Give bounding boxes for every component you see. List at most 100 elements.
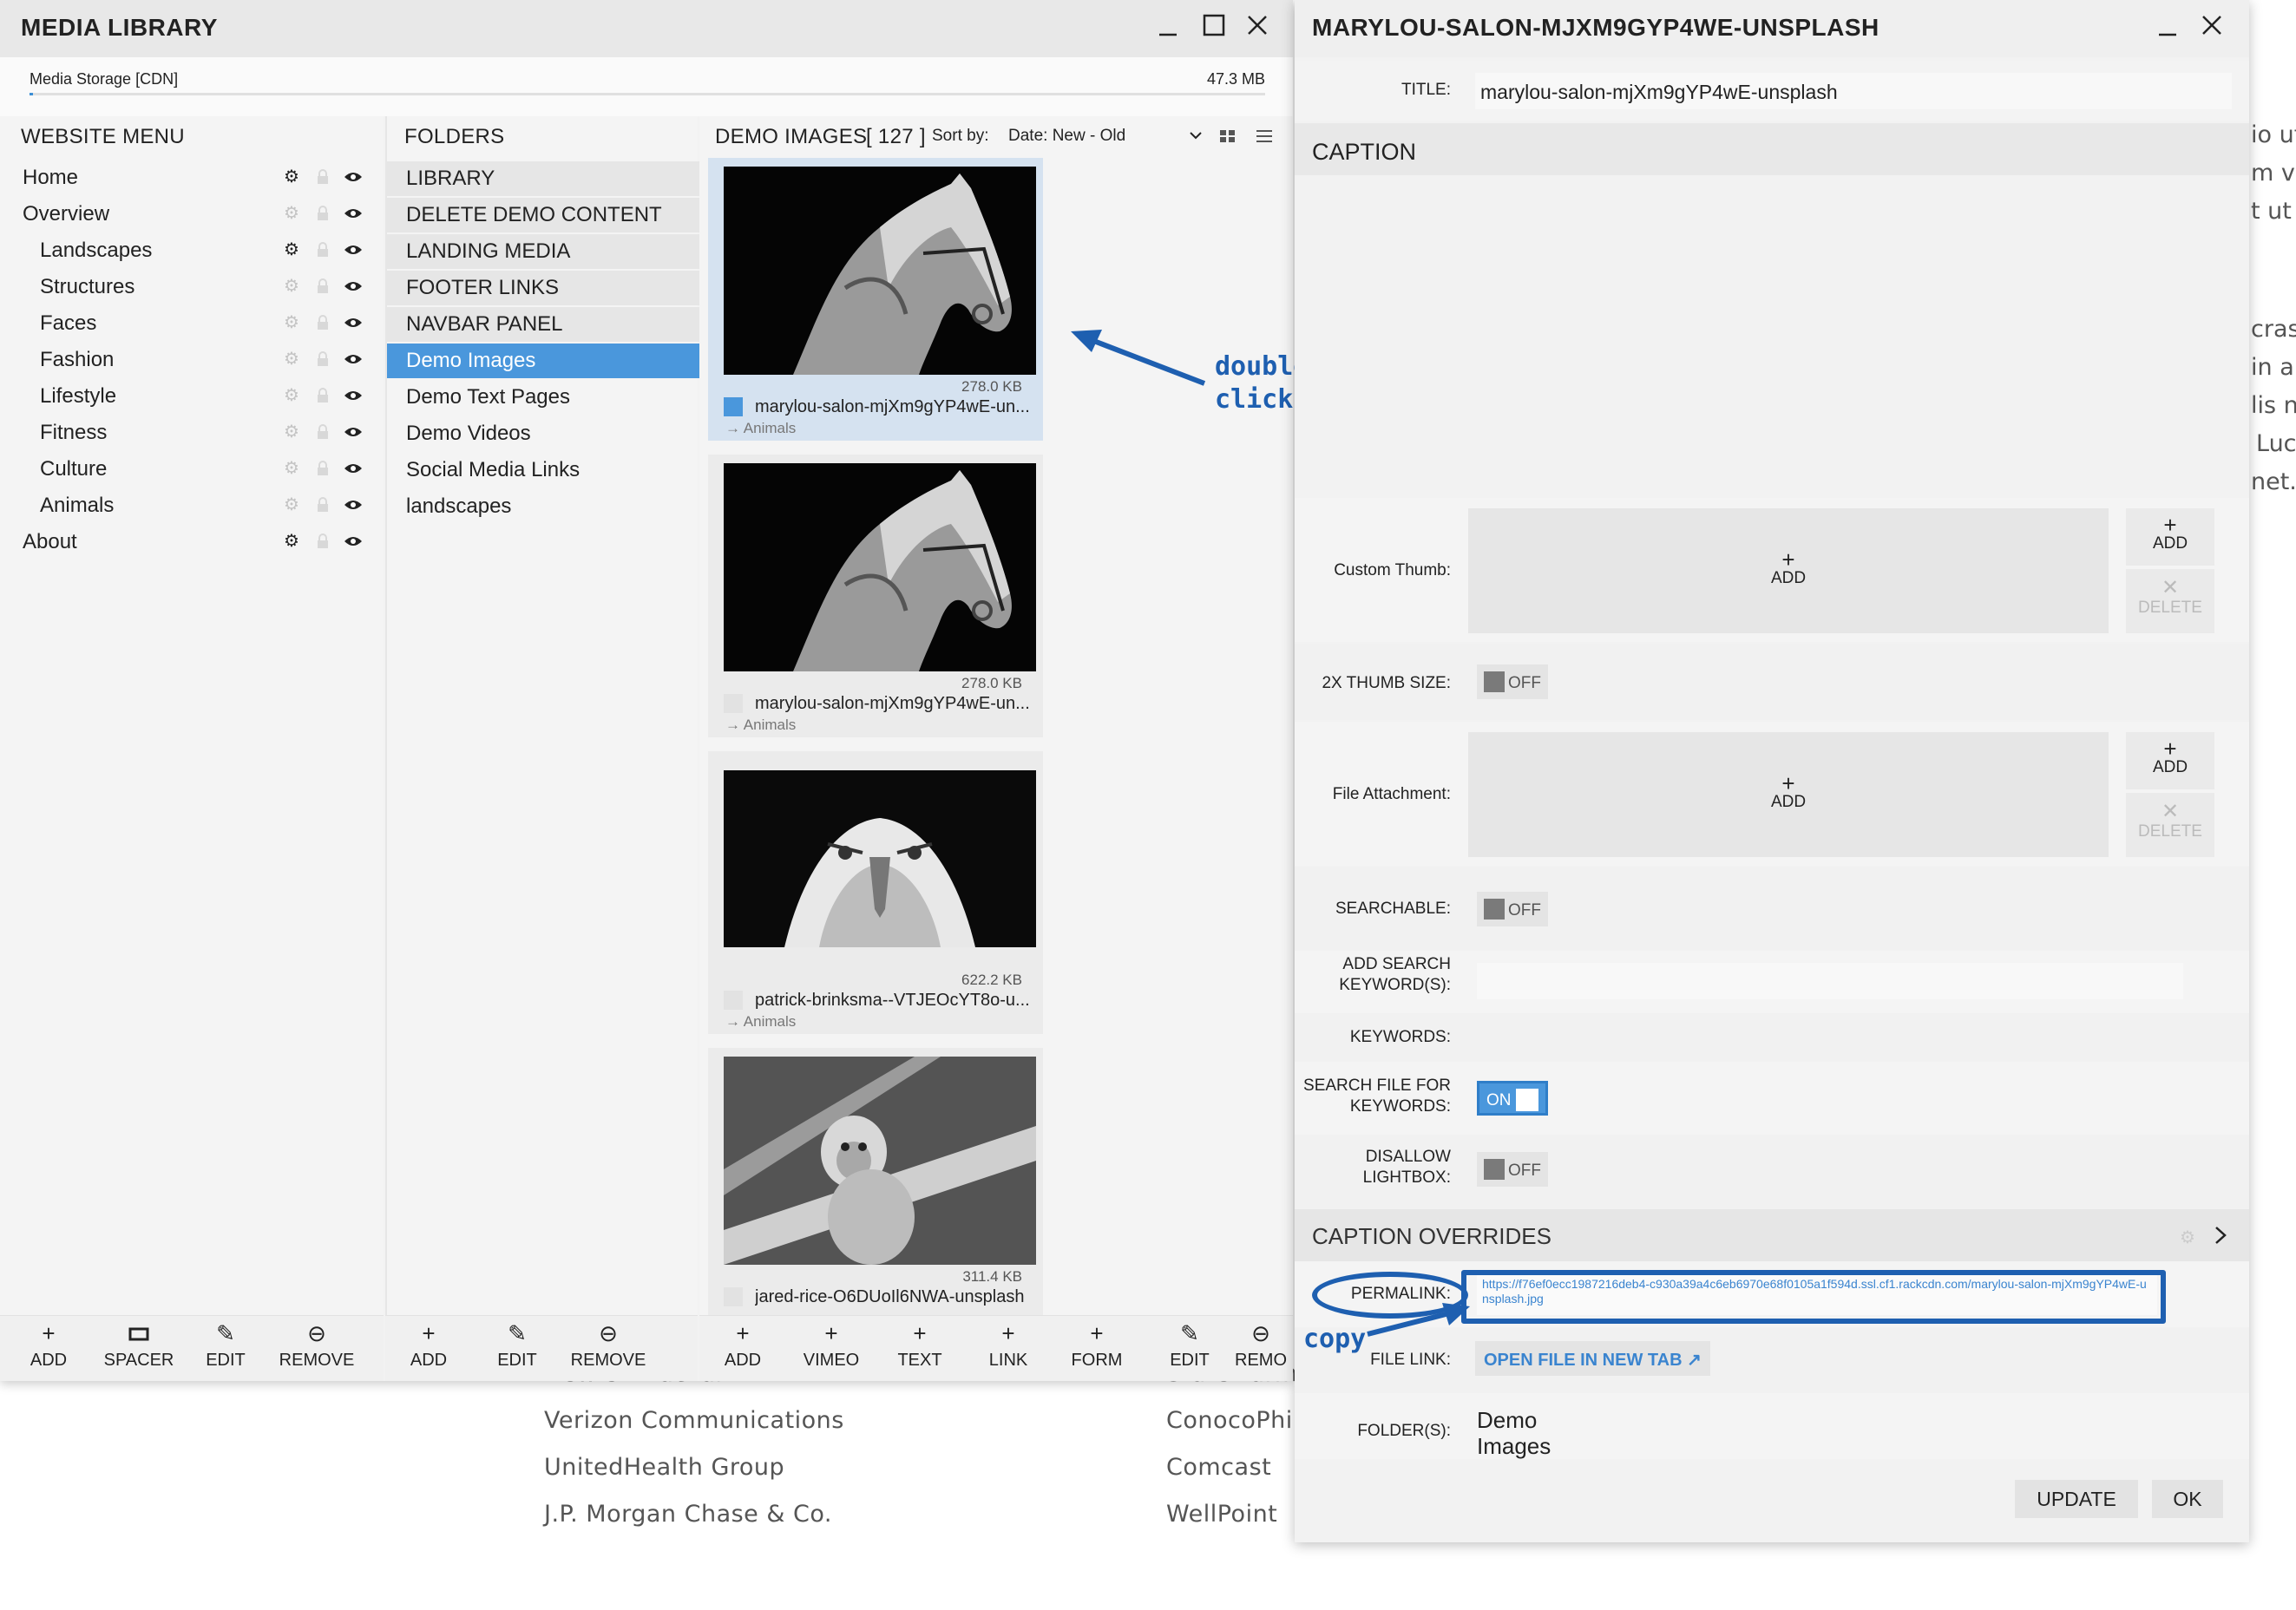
lock-icon[interactable] [314,423,331,441]
list-view-icon[interactable] [1255,127,1274,146]
lock-icon[interactable] [314,168,331,186]
add-image-button[interactable]: + ADD [699,1316,786,1382]
lock-icon[interactable] [314,314,331,331]
grid-view-icon[interactable] [1218,127,1237,146]
gear-icon[interactable]: ⚙ [283,277,300,296]
gear-icon[interactable]: ⚙ [2180,1227,2197,1247]
eye-icon[interactable] [342,241,364,259]
lock-icon[interactable] [314,350,331,368]
remove-menu-button[interactable]: ⊖ REMOVE [269,1316,364,1382]
eye-icon[interactable] [342,533,364,550]
edit-image-button[interactable]: ✎ EDIT [1159,1316,1220,1382]
lock-icon[interactable] [314,278,331,295]
folder-item[interactable]: LANDING MEDIA [387,234,699,269]
edit-folder-button[interactable]: ✎ EDIT [482,1316,552,1382]
lock-icon[interactable] [314,387,331,404]
select-checkbox[interactable] [724,694,743,713]
close-icon[interactable] [1246,14,1269,36]
select-checkbox[interactable] [724,991,743,1010]
folder-item[interactable]: landscapes [387,489,699,524]
file-attachment-add-box[interactable]: + ADD [1468,732,2109,857]
spacer-button[interactable]: SPACER [95,1316,182,1382]
title-input[interactable]: marylou-salon-mjXm9gYP4wE-unsplash [1475,73,2232,109]
gear-icon[interactable]: ⚙ [283,204,300,223]
search-file-toggle[interactable]: ON [1477,1081,1548,1116]
link-button[interactable]: + LINK [965,1316,1052,1382]
folder-item[interactable]: LIBRARY [387,161,699,196]
eye-icon[interactable] [342,205,364,222]
menu-item[interactable]: Lifestyle ⚙ [0,378,384,415]
menu-item[interactable]: Culture ⚙ [0,451,384,488]
menu-item[interactable]: About ⚙ [0,524,384,560]
maximize-icon[interactable] [1203,14,1225,36]
menu-item[interactable]: Landscapes ⚙ [0,232,384,269]
gear-icon[interactable]: ⚙ [283,422,300,442]
folder-item[interactable]: Social Media Links [387,453,699,488]
gear-icon[interactable]: ⚙ [283,459,300,478]
eye-icon[interactable] [342,387,364,404]
menu-item[interactable]: Fitness ⚙ [0,415,384,451]
caption-editor[interactable] [1295,175,2249,496]
menu-item[interactable]: Fashion ⚙ [0,342,384,378]
file-attachment-add-button[interactable]: + ADD [2126,732,2214,789]
image-thumb[interactable]: 311.4 KB jared-rice-O6DUoIl6NWA-unsplash [708,1048,1043,1315]
searchable-toggle[interactable]: OFF [1477,892,1548,926]
folder-item[interactable]: Demo Videos [387,416,699,451]
lock-icon[interactable] [314,533,331,550]
folder-item[interactable]: FOOTER LINKS [387,271,699,305]
eye-icon[interactable] [342,423,364,441]
remove-folder-button[interactable]: ⊖ REMOVE [561,1316,656,1382]
menu-item[interactable]: Home ⚙ [0,160,384,196]
form-button[interactable]: + FORM [1053,1316,1140,1382]
caption-overrides-row[interactable]: CAPTION OVERRIDES ⚙ [1295,1209,2249,1261]
custom-thumb-delete-button[interactable]: ✕ DELETE [2126,569,2214,633]
folder-item[interactable]: DELETE DEMO CONTENT [387,198,699,232]
select-checkbox[interactable] [724,397,743,416]
select-checkbox[interactable] [724,1287,743,1306]
ok-button[interactable]: OK [2152,1480,2223,1518]
eye-icon[interactable] [342,496,364,514]
lock-icon[interactable] [314,241,331,259]
eye-icon[interactable] [342,350,364,368]
update-button[interactable]: UPDATE [2015,1480,2138,1518]
minimize-icon[interactable] [1158,17,1178,38]
file-attachment-delete-button[interactable]: ✕ DELETE [2126,793,2214,857]
gear-icon[interactable]: ⚙ [283,167,300,187]
vimeo-button[interactable]: + VIMEO [788,1316,875,1382]
text-button[interactable]: + TEXT [876,1316,963,1382]
menu-item[interactable]: Animals ⚙ [0,488,384,524]
eye-icon[interactable] [342,168,364,186]
minimize-icon[interactable] [2157,17,2178,38]
eye-icon[interactable] [342,460,364,477]
lock-icon[interactable] [314,496,331,514]
thumb-size-toggle[interactable]: OFF [1477,664,1548,699]
eye-icon[interactable] [342,314,364,331]
folder-item[interactable]: Demo Images [387,344,699,378]
disallow-lightbox-toggle[interactable]: OFF [1477,1152,1548,1187]
custom-thumb-add-box[interactable]: + ADD [1468,508,2109,633]
gear-icon[interactable]: ⚙ [283,240,300,259]
add-menu-button[interactable]: + ADD [14,1316,83,1382]
chevron-right-icon[interactable] [2211,1225,2230,1246]
menu-item[interactable]: Overview ⚙ [0,196,384,232]
gear-icon[interactable]: ⚙ [283,350,300,369]
edit-menu-button[interactable]: ✎ EDIT [191,1316,260,1382]
menu-item[interactable]: Structures ⚙ [0,269,384,305]
add-folder-button[interactable]: + ADD [394,1316,463,1382]
close-icon[interactable] [2201,14,2223,36]
folder-item[interactable]: NAVBAR PANEL [387,307,699,342]
menu-item[interactable]: Faces ⚙ [0,305,384,342]
search-keywords-input[interactable] [1477,963,2183,999]
folder-item[interactable]: Demo Text Pages [387,380,699,415]
image-thumb[interactable]: 278.0 KB marylou-salon-mjXm9gYP4wE-un...… [708,158,1043,441]
remove-image-button[interactable]: ⊖ REMO [1229,1316,1293,1382]
image-thumb[interactable]: 278.0 KB marylou-salon-mjXm9gYP4wE-un...… [708,455,1043,737]
gear-icon[interactable]: ⚙ [283,495,300,514]
eye-icon[interactable] [342,278,364,295]
custom-thumb-add-button[interactable]: + ADD [2126,508,2214,566]
sort-select[interactable]: Date: New - Old [1003,121,1208,151]
open-file-button[interactable]: OPEN FILE IN NEW TAB ↗ [1475,1341,1710,1376]
gear-icon[interactable]: ⚙ [283,386,300,405]
image-thumb[interactable]: 622.2 KB patrick-brinksma--VTJEOcYT8o-u.… [708,751,1043,1034]
gear-icon[interactable]: ⚙ [283,313,300,332]
